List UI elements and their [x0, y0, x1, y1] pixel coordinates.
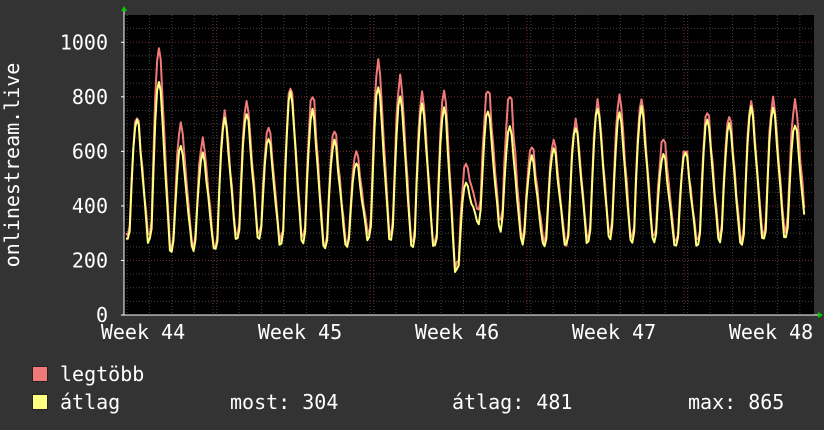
y-tick-label: 200	[72, 248, 108, 272]
legend-max-label: legtöbb	[60, 362, 145, 386]
y-tick-label: 1000	[60, 30, 108, 54]
y-tick-label: 400	[72, 194, 108, 218]
legend-avg-swatch	[32, 394, 48, 410]
legend-max: legtöbb	[32, 363, 144, 385]
stat-maximum: max: 865	[688, 390, 785, 414]
x-tick-label: Week 44	[101, 320, 185, 344]
legend-max-swatch	[32, 366, 48, 382]
legend-avg: átlag	[32, 391, 120, 413]
stat-average: átlag: 481	[452, 390, 573, 414]
x-tick-label: Week 45	[258, 320, 342, 344]
y-axis-label: onlinestream.live	[0, 63, 24, 268]
x-tick-label: Week 46	[415, 320, 499, 344]
y-axis-arrow	[121, 6, 127, 11]
legend-avg-label: átlag	[60, 390, 121, 414]
y-tick-label: 800	[72, 85, 108, 109]
stat-now: most: 304	[230, 390, 339, 414]
y-tick-labels: 02004006008001000	[60, 30, 108, 327]
y-tick-label: 600	[72, 139, 108, 163]
x-tick-label: Week 47	[572, 320, 656, 344]
x-tick-labels: Week 44 Week 45 Week 46 Week 47 Week 48	[101, 320, 813, 344]
x-tick-label: Week 48	[729, 320, 813, 344]
rrd-graph: 0 200 400 600 800 1000 Week 44 Week 45 Week 46 W…	[0, 0, 824, 430]
x-axis-arrow	[818, 312, 823, 318]
